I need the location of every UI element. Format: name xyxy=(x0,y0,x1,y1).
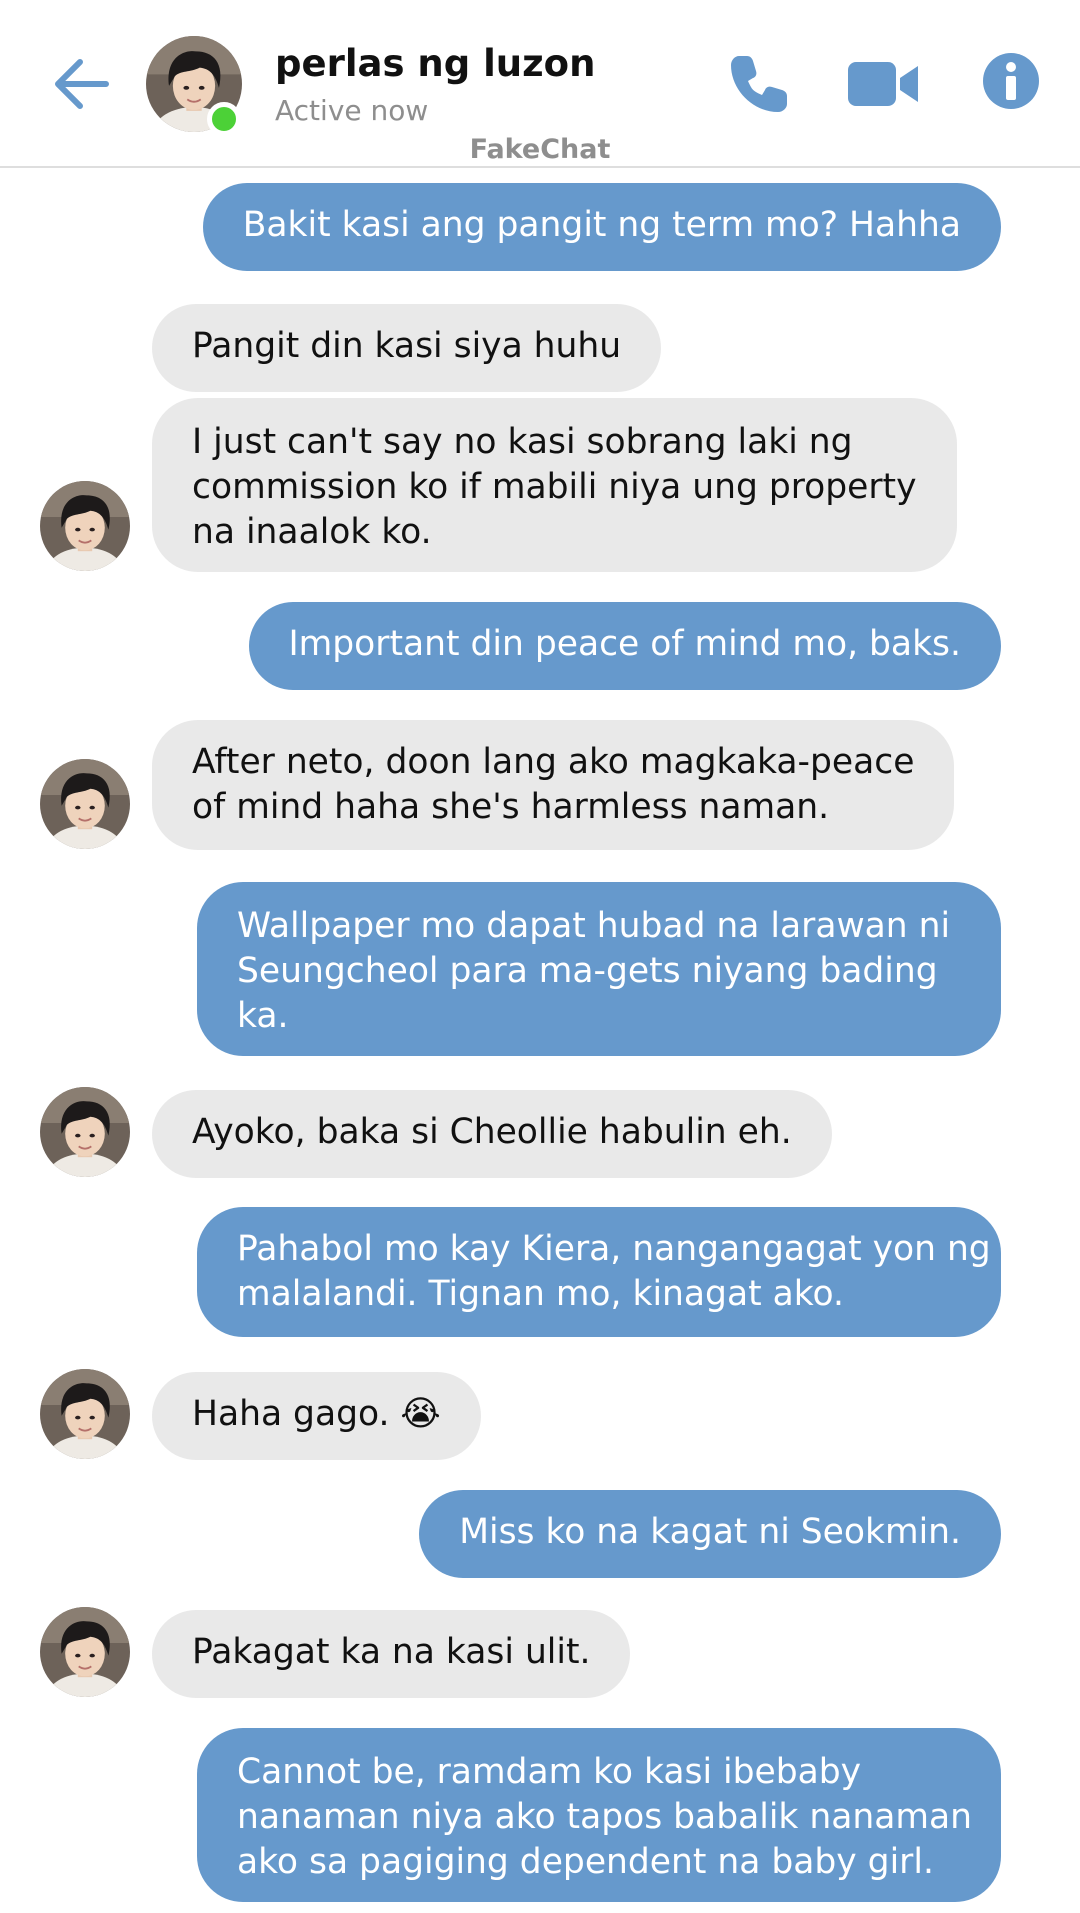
message-bubble-received[interactable]: Ayoko, baka si Cheollie habulin eh. xyxy=(152,1090,832,1178)
message-text: nanaman niya ako tapos babalik nanaman xyxy=(237,1797,972,1837)
back-arrow-icon[interactable] xyxy=(50,52,114,116)
message-text: After neto, doon lang ako magkaka-peace xyxy=(192,742,915,782)
message-text: I just can't say no kasi sobrang laki ng xyxy=(192,422,853,462)
message-text: Haha gago. 😭 xyxy=(192,1394,441,1434)
message-text: Miss ko na kagat ni Seokmin. xyxy=(459,1512,961,1552)
app-watermark: FakeChat xyxy=(469,134,611,165)
message-text: na inaalok ko. xyxy=(192,512,432,552)
info-icon[interactable] xyxy=(982,52,1040,110)
message-bubble-received[interactable]: Haha gago. 😭 xyxy=(152,1372,481,1460)
message-text: ako sa pagiging dependent na baby girl. xyxy=(237,1842,934,1882)
message-bubble-sent[interactable]: Bakit kasi ang pangit ng term mo? Hahha xyxy=(202,183,1001,271)
phone-icon[interactable] xyxy=(725,50,793,118)
message-text: Pakagat ka na kasi ulit. xyxy=(192,1632,591,1672)
message-text: malalandi. Tignan mo, kinagat ako. xyxy=(237,1274,844,1314)
message-bubble-sent[interactable]: Pahabol mo kay Kiera, nangangagat yon ng… xyxy=(197,1207,1001,1337)
message-bubble-received[interactable]: After neto, doon lang ako magkaka-peace … xyxy=(152,720,955,850)
message-text: Pangit din kasi siya huhu xyxy=(192,326,622,366)
message-text: Cannot be, ramdam ko kasi ibebaby xyxy=(237,1752,862,1792)
message-text: commission ko if mabili niya ung propert… xyxy=(192,467,917,507)
message-text: Bakit kasi ang pangit ng term mo? Hahha xyxy=(242,205,961,245)
sender-avatar[interactable] xyxy=(40,1369,130,1459)
message-bubble-received[interactable]: Pangit din kasi siya huhu xyxy=(152,304,662,392)
online-status-dot xyxy=(207,102,241,136)
message-bubble-received[interactable]: I just can't say no kasi sobrang laki ng… xyxy=(152,398,957,572)
sender-avatar[interactable] xyxy=(40,1087,130,1177)
message-text: Seungcheol para ma-gets niyang bading xyxy=(237,951,938,991)
message-bubble-sent[interactable]: Miss ko na kagat ni Seokmin. xyxy=(419,1490,1001,1578)
message-bubble-sent[interactable]: Wallpaper mo dapat hubad na larawan ni S… xyxy=(197,882,1001,1056)
message-text: Wallpaper mo dapat hubad na larawan ni xyxy=(237,906,951,946)
video-camera-icon[interactable] xyxy=(848,56,920,112)
active-status: Active now xyxy=(275,94,429,127)
sender-avatar[interactable] xyxy=(40,1607,130,1697)
sender-avatar[interactable] xyxy=(40,481,130,571)
sender-avatar[interactable] xyxy=(40,759,130,849)
message-bubble-sent[interactable]: Important din peace of mind mo, baks. xyxy=(248,602,1001,690)
message-text: of mind haha she's harmless naman. xyxy=(192,787,830,827)
message-bubble-sent[interactable]: Cannot be, ramdam ko kasi ibebaby nanama… xyxy=(197,1728,1001,1902)
message-text: ka. xyxy=(237,996,289,1036)
message-bubble-received[interactable]: Pakagat ka na kasi ulit. xyxy=(152,1610,631,1698)
message-text: Important din peace of mind mo, baks. xyxy=(288,624,962,664)
contact-name[interactable]: perlas ng luzon xyxy=(275,42,595,85)
message-text: Ayoko, baka si Cheollie habulin eh. xyxy=(192,1112,792,1152)
message-text: Pahabol mo kay Kiera, nangangagat yon ng xyxy=(237,1229,991,1269)
